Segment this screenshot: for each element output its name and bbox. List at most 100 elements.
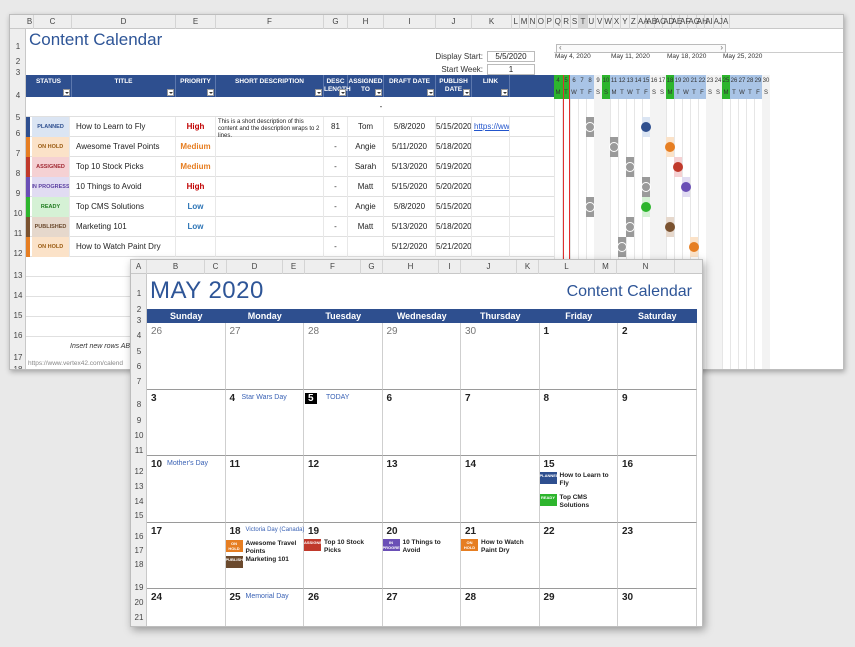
column-header[interactable]: PUBLISH DATE	[436, 75, 472, 97]
publish-date-cell[interactable]: 5/21/2020	[436, 237, 472, 257]
calendar-day-cell[interactable]: 29	[540, 589, 618, 626]
calendar-day-cell[interactable]: 22	[539, 522, 618, 589]
assigned-cell[interactable]: Matt	[348, 217, 384, 237]
calendar-day-cell[interactable]: 24	[147, 589, 226, 626]
calendar-day-cell[interactable]: 10 Mother's Day	[147, 456, 226, 523]
calendar-day-cell[interactable]: 26	[147, 323, 226, 390]
row-number[interactable]: 5	[10, 113, 26, 122]
title-cell[interactable]: Top CMS Solutions	[76, 197, 176, 217]
row-number[interactable]: 5	[131, 347, 147, 356]
draft-date-cell[interactable]: 5/12/2020	[384, 237, 436, 257]
column-letter[interactable]: N	[617, 260, 675, 274]
calendar-day-cell[interactable]: 1	[539, 323, 618, 390]
calendar-day-cell[interactable]: 15 PLANNED How to Learn to Fly READY Top CMS…	[539, 456, 618, 523]
filter-dropdown-icon[interactable]	[63, 89, 70, 96]
calendar-day-cell[interactable]: 23	[618, 522, 697, 589]
calendar-event[interactable]: ON HOLD How to Watch Paint Dry	[461, 538, 537, 555]
column-letter[interactable]: D	[227, 260, 283, 274]
column-letter[interactable]: AJ	[714, 15, 723, 29]
column-letter[interactable]: O	[537, 15, 546, 29]
column-letter[interactable]: G	[324, 15, 348, 29]
column-header[interactable]: STATUS	[26, 75, 72, 97]
column-letter[interactable]: W	[604, 15, 613, 29]
calendar-day-cell[interactable]: 27	[225, 323, 304, 390]
column-letter[interactable]: H	[348, 15, 384, 29]
calendar-day-cell[interactable]: 6	[382, 389, 461, 456]
calendar-day-cell[interactable]: 27	[383, 589, 461, 626]
column-letter[interactable]: A	[131, 260, 147, 274]
calendar-day-cell[interactable]: 16	[618, 456, 697, 523]
column-letter[interactable]: C	[205, 260, 227, 274]
calendar-event[interactable]: PUBLISHED Marketing 101	[225, 555, 302, 568]
gantt-scrollbar[interactable]: ‹ ›	[556, 43, 726, 53]
calendar-day-cell[interactable]: 21 ON HOLD How to Watch Paint Dry	[461, 522, 540, 589]
column-letter[interactable]: E	[283, 260, 305, 274]
row-number[interactable]: 6	[131, 362, 147, 371]
row-number[interactable]: 14	[131, 497, 147, 506]
column-header[interactable]: SHORT DESCRIPTION	[216, 75, 324, 97]
publish-date-cell[interactable]: 5/20/2020	[436, 177, 472, 197]
link-cell[interactable]	[474, 137, 510, 157]
column-letter[interactable]: AC	[655, 15, 666, 29]
title-cell[interactable]: Awesome Travel Points	[76, 137, 176, 157]
column-letter[interactable]: AH	[697, 15, 708, 29]
column-letter[interactable]: Z	[630, 15, 638, 29]
status-cell[interactable]: PUBLISHED	[32, 217, 70, 237]
publish-date-cell[interactable]: 5/18/2020	[436, 217, 472, 237]
calendar-day-cell[interactable]: 12	[304, 456, 383, 523]
column-letter[interactable]: AG	[688, 15, 700, 29]
column-letter[interactable]: E	[176, 15, 216, 29]
filter-dropdown-icon[interactable]	[167, 89, 174, 96]
description-cell[interactable]	[218, 237, 324, 257]
column-letter[interactable]: M	[595, 260, 617, 274]
column-letter[interactable]: B	[147, 260, 205, 274]
row-number[interactable]: 8	[10, 169, 26, 178]
status-cell[interactable]: ON HOLD	[32, 237, 70, 257]
column-letter[interactable]: F	[305, 260, 361, 274]
calendar-day-cell[interactable]: 4 Star Wars Day	[225, 389, 304, 456]
calendar-day-cell[interactable]: 2	[618, 323, 697, 390]
row-number[interactable]: 9	[10, 189, 26, 198]
description-cell[interactable]: This is a short description of this cont…	[218, 117, 324, 137]
description-cell[interactable]	[218, 177, 324, 197]
row-number[interactable]: 8	[131, 400, 147, 409]
priority-cell[interactable]: Medium	[176, 137, 216, 157]
column-letter[interactable]: AF	[680, 15, 690, 29]
title-cell[interactable]: How to Watch Paint Dry	[76, 237, 176, 257]
column-letter[interactable]: J	[461, 260, 517, 274]
draft-date-cell[interactable]: 5/8/2020	[384, 197, 436, 217]
draft-date-cell[interactable]: 5/15/2020	[384, 177, 436, 197]
column-letter[interactable]: AD	[663, 15, 674, 29]
description-cell[interactable]	[218, 157, 324, 177]
row-number[interactable]: 10	[10, 209, 26, 218]
column-letter[interactable]: X	[613, 15, 622, 29]
calendar-event[interactable]: READY Top CMS Solutions	[539, 494, 616, 510]
column-header[interactable]: DRAFT DATE	[384, 75, 436, 97]
row-number[interactable]: 11	[131, 446, 147, 455]
column-letter[interactable]: A	[722, 15, 731, 29]
table-row[interactable]: ASSIGNED Top 10 Stock Picks Medium - Sarah 5/…	[26, 157, 554, 177]
row-number[interactable]: 13	[10, 271, 26, 280]
column-letter[interactable]: G	[361, 260, 383, 274]
filter-dropdown-icon[interactable]	[339, 89, 346, 96]
row-number[interactable]: 2	[131, 305, 147, 314]
column-letter[interactable]: AB	[646, 15, 657, 29]
calendar-day-cell[interactable]: 7	[461, 389, 540, 456]
column-letter[interactable]: L	[539, 260, 595, 274]
row-number[interactable]: 15	[10, 311, 26, 320]
publish-date-cell[interactable]: 5/19/2020	[436, 157, 472, 177]
title-cell[interactable]: How to Learn to Fly	[76, 117, 176, 137]
row-number[interactable]: 17	[10, 353, 26, 362]
calendar-event[interactable]: ASSIGNED Top 10 Stock Picks	[304, 538, 380, 555]
title-cell[interactable]: Marketing 101	[76, 217, 176, 237]
row-number[interactable]: 9	[131, 416, 147, 425]
column-header[interactable]: PRIORITY	[176, 75, 216, 97]
row-number[interactable]: 13	[131, 482, 147, 491]
column-letter[interactable]: N	[529, 15, 538, 29]
link-cell[interactable]	[474, 157, 510, 177]
table-row[interactable]: READY Top CMS Solutions Low - Angie 5/8/2020 5…	[26, 197, 554, 217]
row-number[interactable]: 19	[131, 583, 147, 592]
calendar-day-cell[interactable]: 17	[147, 522, 226, 589]
calendar-day-cell[interactable]: 11	[225, 456, 304, 523]
column-header[interactable]: TITLE	[72, 75, 176, 97]
